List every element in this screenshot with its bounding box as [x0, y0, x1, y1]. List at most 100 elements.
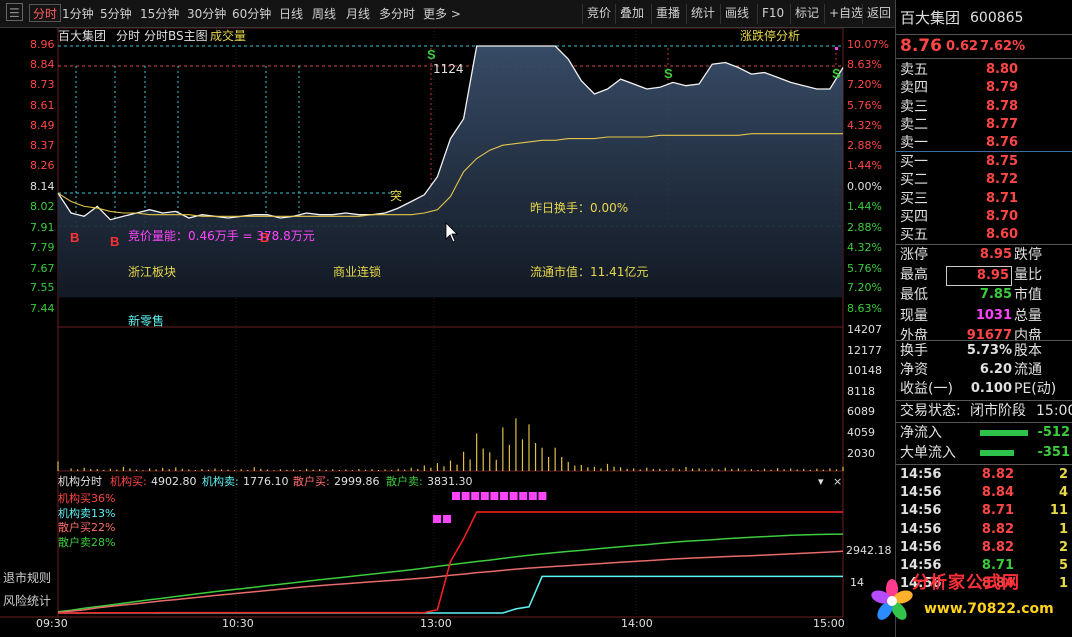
flow-axis-value-top: 2942.18 [846, 544, 892, 557]
tab-4[interactable]: 30分钟 [187, 5, 226, 23]
intraday-chart[interactable]: B B BSS S [0, 28, 895, 637]
ask-level-label-1: 卖四 [900, 80, 928, 97]
stats-divider [896, 340, 1072, 341]
bid-level-price-0: 8.75 [986, 154, 1019, 169]
toolbar-button-6[interactable]: 标记 [790, 4, 823, 24]
toolbar-button-0[interactable]: 竞价 [582, 4, 615, 24]
industry-label: 商业连锁 [333, 265, 382, 279]
ask-level-price-0: 8.80 [986, 62, 1019, 77]
flow-stat-bar-1 [980, 449, 1014, 456]
y-pct-label-10: 4.32% [847, 241, 882, 254]
y-price-label-13: 7.44 [30, 302, 55, 315]
flow-block [452, 492, 460, 500]
delisting-rules-link[interactable]: 退市规则 [0, 570, 55, 586]
time-tick-3: 14:00 [621, 617, 653, 630]
stock-name: 百大集团 [900, 9, 961, 27]
stat2-label-0: 换手 [900, 343, 928, 359]
flow-block [538, 492, 547, 500]
y-price-label-11: 7.67 [30, 262, 55, 275]
flow-block [461, 492, 470, 500]
tab-6[interactable]: 日线 [279, 5, 303, 23]
breakout-label: 突 [390, 189, 403, 203]
buy-signal-1: B [110, 234, 119, 249]
trade-status-value: 闭市阶段 [970, 403, 1026, 419]
flow-close-icon[interactable]: × [833, 476, 842, 488]
toolbar-button-2[interactable]: 重播 [651, 4, 684, 24]
flow-block [443, 515, 451, 523]
ask-level-price-2: 8.78 [986, 98, 1019, 114]
bid-level-price-4: 8.60 [986, 227, 1019, 243]
tick-volume-1: 4 [1058, 485, 1068, 501]
tab-10[interactable]: 更多 > [423, 5, 461, 23]
time-tick-1: 10:30 [222, 617, 254, 630]
pct-change: 7.62% [980, 39, 1026, 54]
bid-level-label-2: 买三 [900, 190, 928, 207]
tab-3[interactable]: 15分钟 [140, 5, 179, 23]
y-pct-label-13: 8.63% [847, 302, 882, 315]
stat-label-3: 现量 [900, 307, 928, 324]
flow-collapse-icon[interactable]: ▾ [818, 476, 824, 488]
volume-label[interactable]: 成交量 [210, 28, 246, 44]
chart-stock-name: 百大集团 [58, 29, 107, 43]
tab-0[interactable]: 分时 [29, 4, 62, 22]
indicator-label[interactable]: 分时BS主图 [144, 28, 208, 44]
flow-legend-value-2: 2999.86 [334, 475, 380, 488]
site-watermark-logo: 分析家公式网 www.70822.com [870, 571, 1060, 631]
flow-title: 机构分时 [58, 475, 102, 488]
flow-legend-label-0: 机构买: [110, 475, 147, 488]
flow-legend-value-1: 1776.10 [243, 475, 289, 488]
stat-value-3: 1031 [975, 307, 1012, 323]
stat-label2-0: 跌停 [1014, 247, 1042, 263]
toolbar-button-1[interactable]: 叠加 [615, 4, 648, 24]
y-pct-label-3: 5.76% [847, 99, 882, 112]
flow-pct-3: 散户卖28% [58, 535, 116, 549]
tick-time-0: 14:56 [900, 467, 942, 482]
y-pct-label-7: 0.00% [847, 180, 882, 193]
y-price-label-7: 8.14 [30, 180, 55, 193]
yesterday-turnover: 昨日换手：0.00% [530, 201, 629, 215]
tab-2[interactable]: 5分钟 [100, 5, 132, 23]
price-change: 0.62 [946, 39, 979, 54]
time-tick-2: 13:00 [420, 617, 452, 630]
y-pct-label-12: 7.20% [847, 281, 882, 294]
sell-signal-0: S [427, 47, 436, 62]
stat-value-1: 8.95 [946, 266, 1012, 287]
volume-tick-3: 8118 [847, 384, 875, 398]
tab-1[interactable]: 1分钟 [62, 5, 94, 23]
risk-stats-link[interactable]: 风险统计 [0, 593, 55, 609]
toolbar-button-7[interactable]: +自选 [824, 4, 867, 24]
peak-volume-label: 1124 [433, 62, 464, 76]
y-pct-label-9: 2.88% [847, 221, 882, 234]
toolbar-button-5[interactable]: F10 [757, 4, 788, 24]
flow-block [519, 492, 528, 500]
tab-7[interactable]: 周线 [312, 5, 336, 23]
y-price-label-10: 7.79 [30, 241, 55, 254]
flow-stat-label-1: 大单流入 [900, 444, 956, 461]
buy-signal-0: B [70, 230, 79, 245]
y-price-label-2: 8.73 [30, 78, 55, 91]
toolbar-button-3[interactable]: 统计 [686, 4, 719, 24]
y-pct-label-5: 2.88% [847, 139, 882, 152]
chart-mode-label: 分时 [116, 29, 141, 43]
time-tick-4: 15:00 [813, 617, 845, 630]
toolbar-button-8[interactable]: 返回 [862, 4, 895, 24]
tick-time-2: 14:56 [900, 503, 942, 519]
tick-price-3: 8.82 [981, 521, 1014, 537]
quote-panel: 百大集团 600865 8.76 0.62 7.62% 卖五 8.80 卖四 8.79… [895, 0, 1072, 637]
limit-dot [835, 47, 838, 50]
tab-8[interactable]: 月线 [346, 5, 370, 23]
menu-icon[interactable]: ☰ [6, 3, 23, 21]
flow-legend-label-3: 散户卖: [386, 475, 423, 488]
bid-level-label-1: 买二 [900, 172, 928, 189]
flow-pct-1: 机构卖13% [58, 506, 116, 520]
y-pct-label-4: 4.32% [847, 119, 882, 132]
stock-code: 600865 [970, 10, 1024, 26]
flow-stat-value-0: -512 [1037, 425, 1070, 440]
limit-analysis-button[interactable]: 涨跌停分析 [740, 28, 800, 44]
tab-5[interactable]: 60分钟 [232, 5, 271, 23]
tab-9[interactable]: 多分时 [379, 5, 415, 23]
ask-level-price-3: 8.77 [986, 116, 1019, 132]
flow-legend-value-3: 3831.30 [427, 475, 473, 488]
flow-legend-label-1: 机构卖: [202, 475, 239, 488]
toolbar-button-4[interactable]: 画线 [720, 4, 753, 24]
